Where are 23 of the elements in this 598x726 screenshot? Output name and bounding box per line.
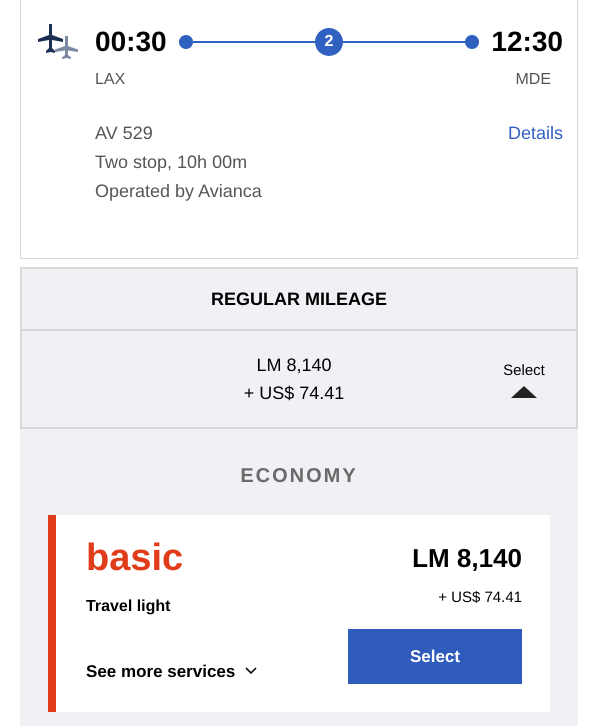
mileage-title: REGULAR MILEAGE [210, 288, 387, 310]
fare-cash-price: + US$ 74.41 [438, 588, 522, 608]
fare-description: Travel light [86, 597, 172, 617]
departure-airport: LAX [95, 70, 126, 90]
select-toggle[interactable]: Select [482, 360, 566, 398]
fare-name: basic [86, 539, 184, 577]
arrival-time: 12:30 [491, 28, 563, 56]
flight-number: AV 529 [95, 122, 154, 145]
arrival-airport: MDE [515, 70, 551, 90]
fare-miles-price: LM 8,140 [412, 543, 522, 573]
airplanes-icon [35, 22, 81, 60]
departure-time: 00:30 [95, 28, 167, 56]
cabin-title: ECONOMY [240, 465, 358, 487]
operator-text: Operated by Avianca [95, 180, 262, 203]
chevron-down-icon [245, 667, 258, 676]
flight-duration: Two stop, 10h 00m [95, 151, 248, 174]
cash-price: + US$ 74.41 [244, 382, 344, 405]
select-button[interactable]: Select [348, 629, 522, 684]
details-link[interactable]: Details [508, 119, 563, 148]
caret-up-icon [511, 386, 537, 398]
miles-price: LM 8,140 [256, 354, 332, 377]
stops-badge: 2 [315, 28, 343, 56]
see-more-services-link[interactable]: See more services [86, 658, 348, 684]
